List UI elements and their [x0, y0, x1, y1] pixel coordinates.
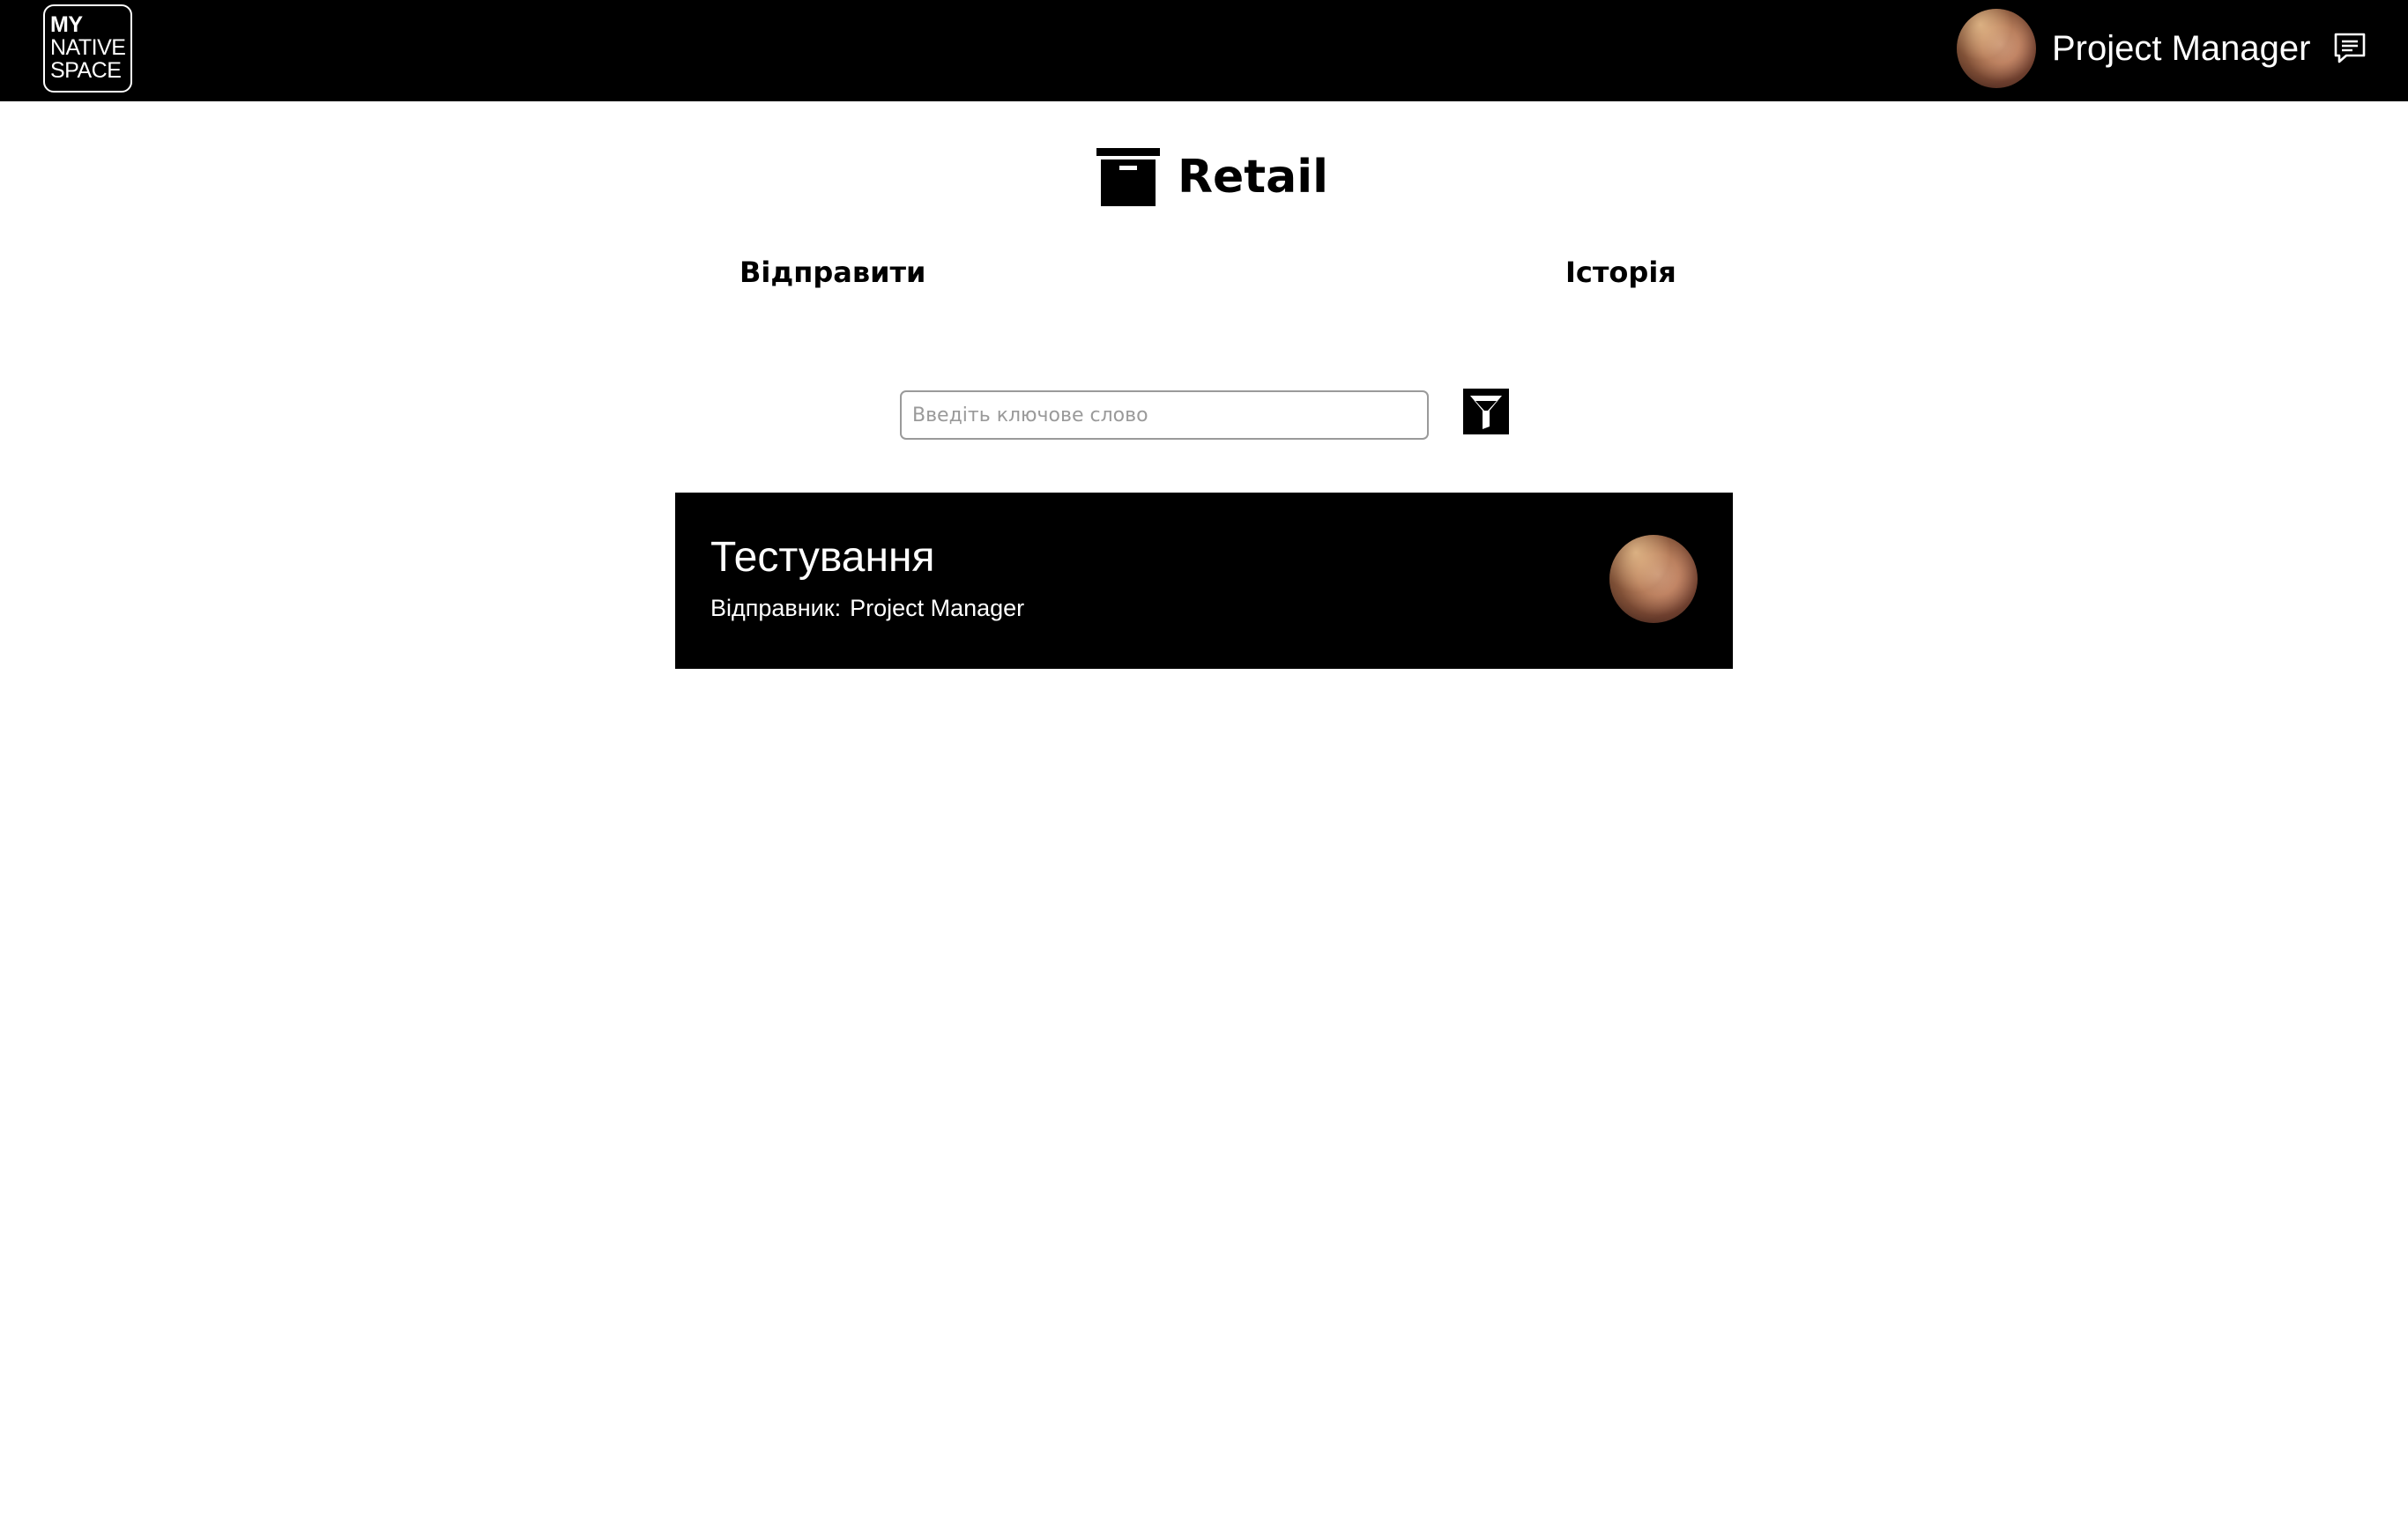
- user-avatar[interactable]: [1957, 9, 2036, 88]
- user-name[interactable]: Project Manager: [2052, 25, 2310, 72]
- chat-bubble-icon[interactable]: [2332, 31, 2367, 66]
- search-input[interactable]: [900, 390, 1429, 440]
- message-title: Тестування: [710, 534, 935, 581]
- sender-label: Відправник:: [710, 595, 842, 621]
- tab-send[interactable]: Відправити: [739, 256, 925, 289]
- tab-history[interactable]: Історія: [1565, 256, 1676, 289]
- logo-line-my: MY: [50, 12, 83, 37]
- page-title-text: Retail: [1178, 151, 1328, 204]
- page-title: Retail: [1096, 148, 1328, 206]
- logo-line-native: NATIVE: [50, 35, 126, 60]
- sender-name: Project Manager: [850, 595, 1025, 621]
- logo-line-space: SPACE: [50, 58, 122, 83]
- archive-box-icon: [1096, 148, 1160, 206]
- logo[interactable]: MY NATIVE SPACE: [43, 4, 132, 93]
- top-bar: MY NATIVE SPACE Project Manager: [0, 0, 2408, 101]
- avatar-photo: [1957, 9, 2036, 88]
- filter-icon[interactable]: [1463, 389, 1509, 434]
- sender-avatar: [1609, 535, 1698, 623]
- sender-avatar-photo: [1609, 535, 1698, 623]
- message-card[interactable]: Тестування Відправник: Project Manager: [675, 493, 1733, 669]
- message-sender: Відправник: Project Manager: [710, 595, 1024, 622]
